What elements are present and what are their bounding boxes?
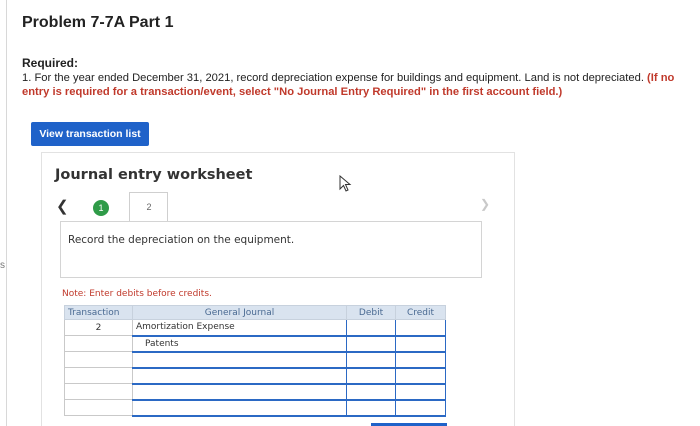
debit-input[interactable] <box>346 351 396 369</box>
debit-input[interactable] <box>346 383 396 401</box>
debit-input[interactable] <box>346 335 396 353</box>
view-transaction-list-button[interactable]: View transaction list <box>31 122 149 146</box>
credit-input[interactable] <box>395 399 446 417</box>
account-select[interactable]: Amortization Expense <box>132 319 347 337</box>
account-select[interactable] <box>132 351 347 369</box>
transaction-cell <box>64 367 133 384</box>
credit-input[interactable] <box>395 383 446 401</box>
credit-input[interactable] <box>395 367 446 385</box>
account-select[interactable] <box>132 367 347 385</box>
transaction-cell <box>64 351 133 368</box>
credit-input[interactable] <box>395 351 446 369</box>
problem-title: Problem 7-7A Part 1 <box>22 14 174 31</box>
header-transaction: Transaction <box>64 305 133 320</box>
transaction-cell <box>64 383 133 400</box>
instruction-main: 1. For the year ended December 31, 2021,… <box>22 72 644 84</box>
account-select[interactable] <box>132 399 347 417</box>
credit-input[interactable] <box>395 319 446 337</box>
account-select[interactable]: Patents <box>132 335 347 353</box>
step-1-button[interactable]: 1 <box>93 200 109 216</box>
table-row <box>64 367 446 385</box>
transaction-cell: 2 <box>64 319 133 336</box>
chevron-right-icon[interactable]: ❯ <box>480 197 490 211</box>
instructions: 1. For the year ended December 31, 2021,… <box>22 71 694 99</box>
header-general-journal: General Journal <box>132 305 347 320</box>
debit-input[interactable] <box>346 367 396 385</box>
required-label: Required: <box>22 56 79 70</box>
worksheet-prompt: Record the depreciation on the equipment… <box>68 234 295 246</box>
transaction-cell <box>64 335 133 352</box>
table-row: Patents <box>64 335 446 353</box>
account-select[interactable] <box>132 383 347 401</box>
header-credit: Credit <box>395 305 446 320</box>
debit-input[interactable] <box>346 319 396 337</box>
debits-note: Note: Enter debits before credits. <box>62 289 212 299</box>
table-row <box>64 383 446 401</box>
debit-input[interactable] <box>346 399 396 417</box>
mouse-cursor-icon <box>339 175 352 192</box>
transaction-cell <box>64 399 133 416</box>
header-debit: Debit <box>346 305 396 320</box>
worksheet-title: Journal entry worksheet <box>55 167 253 183</box>
gutter-mark: s <box>0 260 5 271</box>
table-row <box>64 399 446 417</box>
table-row <box>64 351 446 369</box>
journal-header-row: Transaction General Journal Debit Credit <box>64 305 446 320</box>
chevron-left-icon[interactable]: ❮ <box>56 197 69 215</box>
credit-input[interactable] <box>395 335 446 353</box>
journal-table: Transaction General Journal Debit Credit… <box>64 305 446 417</box>
table-row: 2 Amortization Expense <box>64 319 446 337</box>
prompt-box <box>60 221 482 278</box>
step-2-button[interactable]: 2 <box>141 199 157 215</box>
